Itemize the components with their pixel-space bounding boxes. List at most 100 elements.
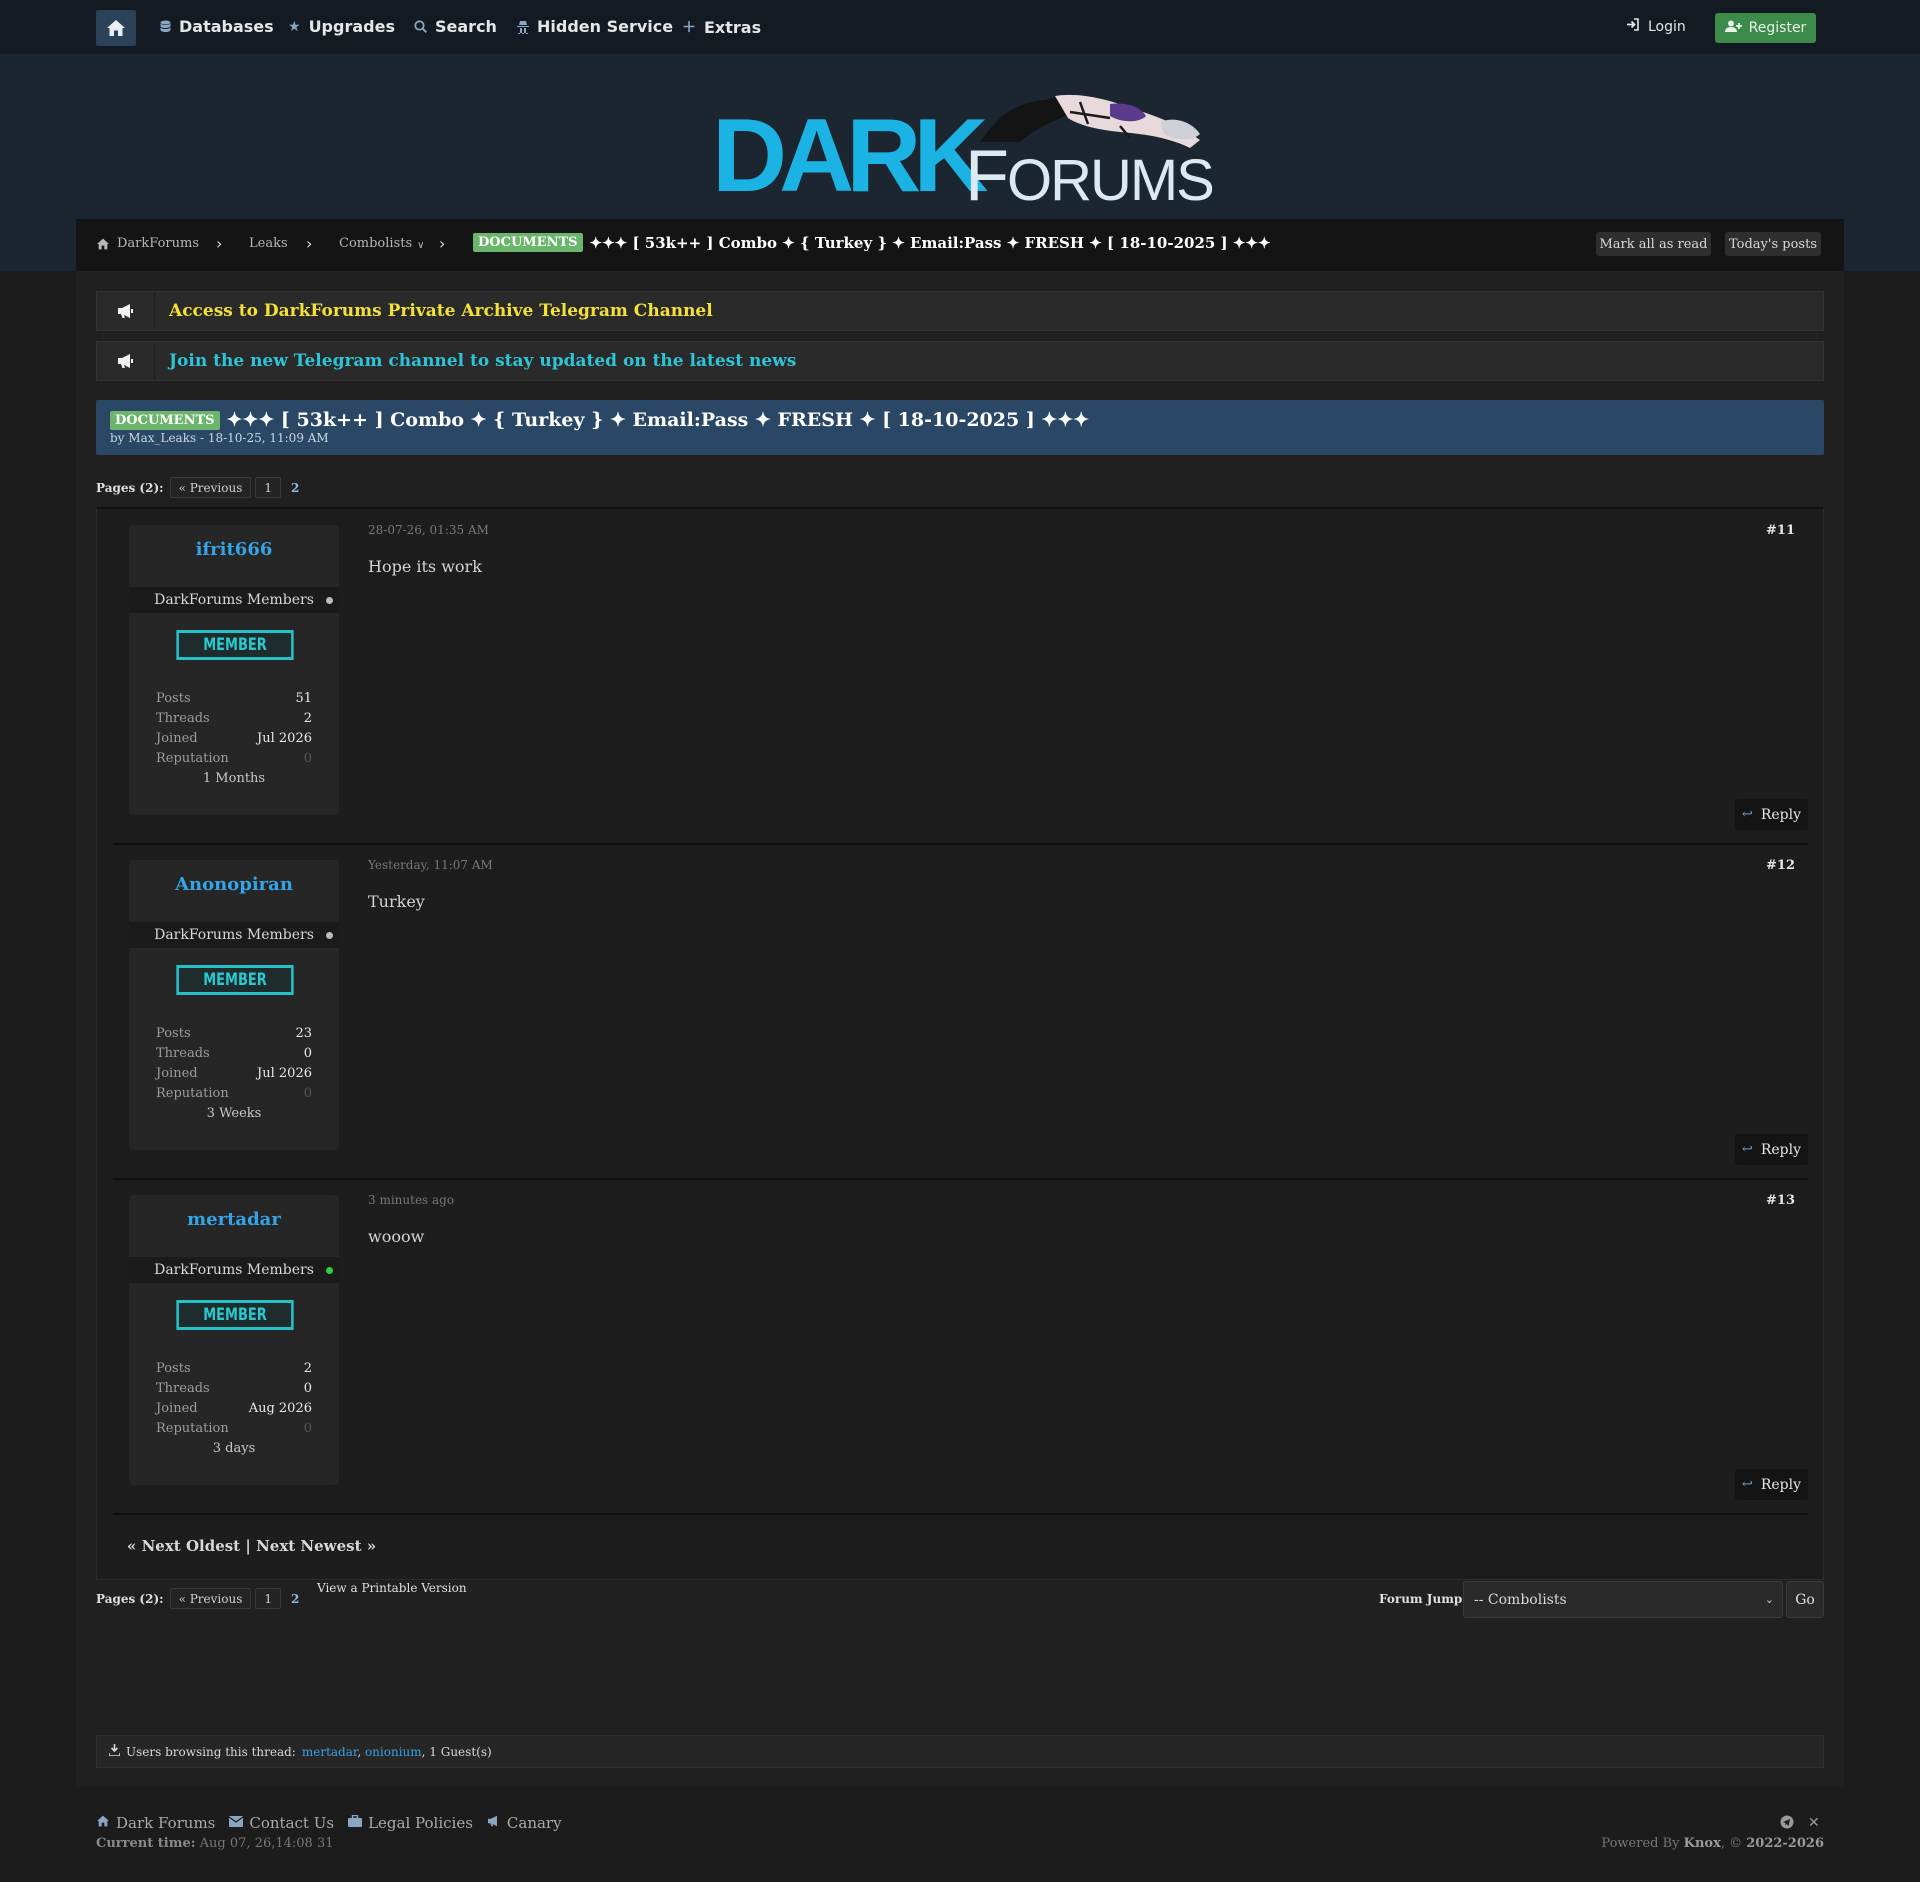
guest-count: 1 Guest(s) xyxy=(429,1744,492,1759)
footer-link-canary[interactable]: Canary xyxy=(487,1814,562,1832)
powered-by-name[interactable]: Knox xyxy=(1684,1836,1721,1851)
breadcrumb-leaks[interactable]: Leaks xyxy=(249,236,288,251)
search-icon xyxy=(414,20,427,33)
announcement-telegram[interactable]: Join the new Telegram channel to stay up… xyxy=(96,341,1824,381)
printable-version-link[interactable]: View a Printable Version xyxy=(317,1581,467,1595)
breadcrumb-combolists[interactable]: Combolists ∨ xyxy=(339,236,424,251)
forum-jump-go-button[interactable]: Go xyxy=(1786,1581,1824,1618)
post-body: wooow xyxy=(368,1227,425,1246)
nav-search[interactable]: Search xyxy=(414,17,497,36)
member-age: 1 Months xyxy=(202,771,266,786)
user-stats: Posts 51 Threads 2 Joined Jul 2026 Reputati… xyxy=(156,689,312,789)
footer-link-legal[interactable]: Legal Policies xyxy=(348,1814,473,1832)
login-link[interactable]: Login xyxy=(1626,18,1686,35)
breadcrumb-darkforums[interactable]: DarkForums xyxy=(96,236,199,251)
pagination-label: Pages (2): xyxy=(96,480,164,495)
chevron-down-icon: ⌄ xyxy=(1764,1593,1774,1606)
pagination-top: Pages (2): « Previous 1 2 xyxy=(96,477,305,498)
post-author[interactable]: ifrit666 xyxy=(129,539,339,560)
home-button[interactable] xyxy=(96,10,136,46)
browsing-user-link[interactable]: mertadar xyxy=(302,1745,357,1759)
register-label: Register xyxy=(1748,20,1807,36)
stat-label: Threads xyxy=(156,1046,210,1061)
reply-icon: ↩ xyxy=(1741,1477,1753,1492)
plus-icon: ＋ xyxy=(682,20,696,36)
nav-upgrades[interactable]: ★ Upgrades xyxy=(288,17,395,36)
post-number-link[interactable]: #13 xyxy=(1766,1193,1795,1208)
page-1-button[interactable]: 1 xyxy=(255,477,282,498)
nav-extras[interactable]: ＋ Extras xyxy=(682,17,761,37)
chevron-right-icon: › xyxy=(439,234,446,253)
documents-badge: DOCUMENTS xyxy=(110,410,220,430)
chevron-down-icon[interactable]: ∨ xyxy=(417,240,424,251)
chevron-right-icon: › xyxy=(306,234,313,253)
post-author[interactable]: mertadar xyxy=(129,1209,339,1230)
home-icon xyxy=(96,1815,110,1831)
site-logo[interactable]: DARK FORUMS xyxy=(712,82,1215,212)
user-group: DarkForums Members xyxy=(129,1257,339,1283)
next-oldest-link[interactable]: « Next Oldest xyxy=(127,1537,240,1555)
user-group-label: DarkForums Members xyxy=(154,592,314,608)
post: mertadar DarkForums Members MEMBER Posts… xyxy=(113,1179,1808,1515)
thread-nav-divider: | xyxy=(245,1537,251,1555)
browsing-user-link[interactable]: onionium xyxy=(365,1745,422,1759)
breadcrumb-darkforums-label: DarkForums xyxy=(117,236,199,251)
footer-link-label: Canary xyxy=(506,1814,562,1832)
reply-button[interactable]: ↩ Reply xyxy=(1735,799,1808,830)
announcement-archive[interactable]: Access to DarkForums Private Archive Tel… xyxy=(96,291,1824,331)
announcement-archive-text[interactable]: Access to DarkForums Private Archive Tel… xyxy=(169,301,713,321)
page-1-button[interactable]: 1 xyxy=(255,1588,282,1609)
pagination-label: Pages (2): xyxy=(96,1591,164,1606)
nav-hidden-service[interactable]: Hidden Service xyxy=(517,17,673,36)
stat-label: Posts xyxy=(156,1026,191,1041)
previous-page-button[interactable]: « Previous xyxy=(169,1588,252,1609)
reply-button[interactable]: ↩ Reply xyxy=(1735,1134,1808,1165)
user-card: ifrit666 DarkForums Members MEMBER Posts… xyxy=(129,525,339,815)
telegram-icon[interactable] xyxy=(1780,1815,1794,1833)
stat-reputation[interactable]: 0 xyxy=(304,1084,312,1104)
page-2-link[interactable]: 2 xyxy=(285,481,305,495)
post-author[interactable]: Anonopiran xyxy=(129,874,339,895)
announcement-telegram-text[interactable]: Join the new Telegram channel to stay up… xyxy=(169,351,796,371)
register-button[interactable]: Register xyxy=(1715,13,1816,43)
mark-all-read-button[interactable]: Mark all as read xyxy=(1596,232,1711,256)
user-card: Anonopiran DarkForums Members MEMBER Pos… xyxy=(129,860,339,1150)
footer-link-dark-forums[interactable]: Dark Forums xyxy=(96,1814,215,1832)
offline-status-dot xyxy=(326,932,333,939)
chevron-right-icon: › xyxy=(216,234,223,253)
stat-label: Joined xyxy=(156,1066,198,1081)
users-icon xyxy=(108,1744,121,1759)
thread-navigation: « Next Oldest | Next Newest » xyxy=(127,1537,376,1555)
breadcrumb-current-label: ✦✦✦ [ 53k++ ] Combo ✦ { Turkey } ✦ Email… xyxy=(589,233,1271,252)
stat-label: Threads xyxy=(156,711,210,726)
stat-reputation[interactable]: 0 xyxy=(304,1419,312,1439)
previous-page-button[interactable]: « Previous xyxy=(169,477,252,498)
login-label: Login xyxy=(1648,18,1686,35)
forum-jump-select[interactable]: -- Combolists ⌄ xyxy=(1463,1581,1783,1618)
reply-button[interactable]: ↩ Reply xyxy=(1735,1469,1808,1500)
thread-title: DOCUMENTS ✦✦✦ [ 53k++ ] Combo ✦ { Turkey… xyxy=(110,409,1089,431)
footer-link-contact[interactable]: Contact Us xyxy=(228,1814,335,1832)
offline-status-dot xyxy=(326,597,333,604)
envelope-icon xyxy=(228,1815,244,1831)
todays-posts-button[interactable]: Today's posts xyxy=(1725,232,1821,256)
page-2-link[interactable]: 2 xyxy=(285,1592,305,1606)
next-newest-link[interactable]: Next Newest » xyxy=(256,1537,376,1555)
post-number-link[interactable]: #11 xyxy=(1766,523,1795,538)
briefcase-icon xyxy=(348,1814,363,1831)
stat-label: Joined xyxy=(156,731,198,746)
powered-by: Powered By Knox, © 2022-2026 xyxy=(1601,1836,1824,1851)
stat-reputation[interactable]: 0 xyxy=(304,749,312,769)
x-twitter-icon[interactable]: ✕ xyxy=(1808,1815,1820,1833)
nav-hidden-service-label: Hidden Service xyxy=(537,17,674,36)
star-icon: ★ xyxy=(288,18,301,35)
forum-jump-selected: -- Combolists xyxy=(1474,1591,1567,1608)
breadcrumb-leaks-label: Leaks xyxy=(249,236,288,251)
post-number-link[interactable]: #12 xyxy=(1766,858,1795,873)
breadcrumb: DarkForums › Leaks › Combolists ∨ › DOCU… xyxy=(76,219,1844,271)
footer-link-label: Contact Us xyxy=(249,1814,335,1832)
bullhorn-icon xyxy=(97,292,155,330)
nav-databases[interactable]: Databases xyxy=(160,17,274,36)
member-rank-badge: MEMBER xyxy=(176,630,294,660)
hidden-service-icon xyxy=(517,20,529,34)
